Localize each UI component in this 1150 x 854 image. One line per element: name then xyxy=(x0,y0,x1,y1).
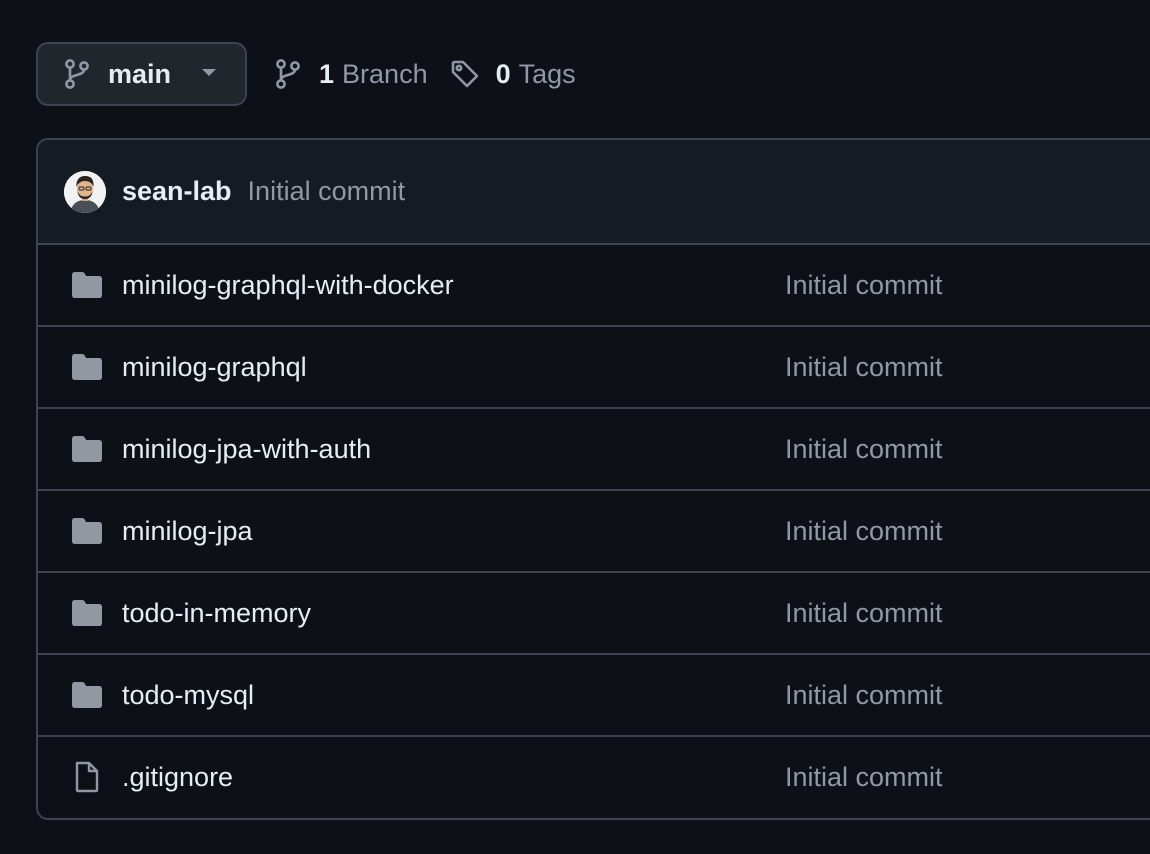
file-name-link[interactable]: .gitignore xyxy=(122,762,233,793)
table-row[interactable]: minilog-graphql-with-docker Initial comm… xyxy=(38,245,1150,327)
folder-icon xyxy=(70,271,104,299)
folder-icon xyxy=(70,681,104,709)
triangle-down-icon xyxy=(201,65,217,83)
file-commit-message-link[interactable]: Initial commit xyxy=(785,516,943,547)
folder-icon xyxy=(70,435,104,463)
table-row[interactable]: minilog-jpa-with-auth Initial commit xyxy=(38,409,1150,491)
file-icon xyxy=(70,760,104,794)
file-name-link[interactable]: minilog-graphql xyxy=(122,352,307,383)
file-commit-message-link[interactable]: Initial commit xyxy=(785,598,943,629)
file-name-link[interactable]: minilog-jpa xyxy=(122,516,253,547)
file-name-link[interactable]: minilog-graphql-with-docker xyxy=(122,270,454,301)
branches-link[interactable]: 1 Branch xyxy=(275,59,428,90)
git-branch-icon xyxy=(64,59,90,89)
table-row[interactable]: minilog-graphql Initial commit xyxy=(38,327,1150,409)
file-commit-message-link[interactable]: Initial commit xyxy=(785,680,943,711)
file-name-link[interactable]: todo-in-memory xyxy=(122,598,311,629)
tag-count-label: Tags xyxy=(518,58,576,89)
repository-file-browser: main 1 Branch 0 Tags sean-lab Initial co… xyxy=(0,0,1150,854)
file-name-link[interactable]: minilog-jpa-with-auth xyxy=(122,434,371,465)
branch-count-label: Branch xyxy=(342,58,428,89)
git-branch-icon xyxy=(275,59,301,89)
table-row[interactable]: minilog-jpa Initial commit xyxy=(38,491,1150,573)
branch-count: 1 xyxy=(319,58,335,89)
folder-icon xyxy=(70,599,104,627)
current-branch-label: main xyxy=(108,58,172,89)
table-row[interactable]: todo-in-memory Initial commit xyxy=(38,573,1150,655)
file-commit-message-link[interactable]: Initial commit xyxy=(785,352,943,383)
file-commit-message-link[interactable]: Initial commit xyxy=(785,762,943,793)
repo-toolbar: main 1 Branch 0 Tags xyxy=(36,42,576,106)
folder-icon xyxy=(70,353,104,381)
folder-icon xyxy=(70,517,104,545)
table-row[interactable]: .gitignore Initial commit xyxy=(38,737,1150,817)
latest-commit-header: sean-lab Initial commit xyxy=(38,140,1150,245)
file-name-link[interactable]: todo-mysql xyxy=(122,680,254,711)
file-commit-message-link[interactable]: Initial commit xyxy=(785,270,943,301)
tags-link[interactable]: 0 Tags xyxy=(450,59,576,90)
tag-count: 0 xyxy=(495,58,511,89)
file-table: sean-lab Initial commit minilog-graphql-… xyxy=(36,138,1150,820)
tag-icon xyxy=(450,59,480,89)
latest-commit-message[interactable]: Initial commit xyxy=(248,176,406,207)
avatar[interactable] xyxy=(64,170,106,213)
commit-author-link[interactable]: sean-lab xyxy=(122,176,232,207)
file-commit-message-link[interactable]: Initial commit xyxy=(785,434,943,465)
table-row[interactable]: todo-mysql Initial commit xyxy=(38,655,1150,737)
branch-selector-button[interactable]: main xyxy=(36,42,247,106)
